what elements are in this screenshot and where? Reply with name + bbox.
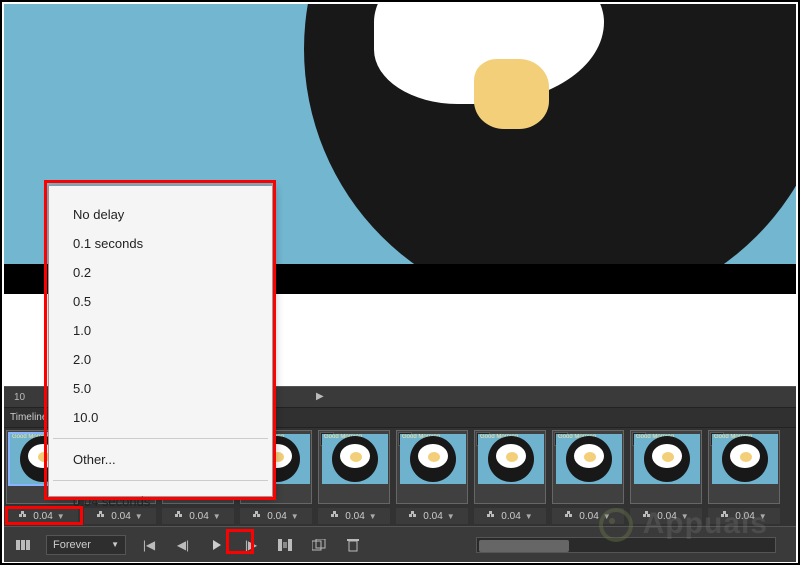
frame-thumbnail[interactable]: 8Good Morning [552, 430, 624, 504]
propagate-icon [409, 511, 419, 521]
frame-thumbnail[interactable]: 5Good Morning [318, 430, 390, 504]
delay-menu-other[interactable]: Other... [49, 445, 272, 474]
convert-timeline-button[interactable] [12, 534, 34, 556]
delay-menu-item[interactable]: 1.0 [49, 316, 272, 345]
timeline-scrollbar[interactable] [476, 537, 776, 553]
delay-menu-item[interactable]: No delay [49, 200, 272, 229]
frame-thumb-image: Good Morning [556, 434, 622, 484]
menu-separator [53, 480, 268, 481]
loop-count-value: Forever [53, 539, 91, 551]
frame-delay-value: 0.04 [579, 511, 598, 522]
propagate-icon [643, 511, 653, 521]
frame-thumb-image: Good Morning [400, 434, 466, 484]
frame-thumbnail[interactable]: 9Good Morning [630, 430, 702, 504]
ruler-tick: 10 [14, 392, 25, 403]
egg-yolk-shape [474, 59, 549, 129]
frame-delay-button[interactable]: 0.04 ▼ [630, 508, 702, 524]
frame-delay-button[interactable]: 0.04 ▼ [318, 508, 390, 524]
playhead-icon[interactable]: ▶ [316, 391, 324, 402]
propagate-icon [19, 511, 29, 521]
frame-thumb-image: Good Morning [634, 434, 700, 484]
chevron-down-icon: ▼ [369, 512, 377, 521]
delay-menu-item[interactable]: 2.0 [49, 345, 272, 374]
frame-thumbnail[interactable]: 7Good Morning [474, 430, 546, 504]
frame-delay-value: 0.04 [423, 511, 442, 522]
propagate-icon [487, 511, 497, 521]
chevron-down-icon: ▼ [603, 512, 611, 521]
chevron-down-icon: ▼ [111, 540, 119, 549]
frame-delay-value: 0.04 [345, 511, 364, 522]
propagate-icon [331, 511, 341, 521]
frame-delay-button[interactable]: 0.04 ▼ [396, 508, 468, 524]
frame-delay-value: 0.04 [501, 511, 520, 522]
frame-delay-button[interactable]: 0.04 ▼ [552, 508, 624, 524]
frame-thumb-image: Good Morning [478, 434, 544, 484]
frame-delay-button[interactable]: 0.04 ▼ [474, 508, 546, 524]
frame-thumbnail[interactable]: 10Good Morning [708, 430, 780, 504]
frame-delay-value: 0.04 [657, 511, 676, 522]
chevron-down-icon: ▼ [447, 512, 455, 521]
loop-count-select[interactable]: Forever ▼ [46, 535, 126, 555]
delete-frame-button[interactable] [342, 534, 364, 556]
chevron-down-icon: ▼ [681, 512, 689, 521]
play-button[interactable] [206, 534, 228, 556]
frame-thumbnail[interactable]: 6Good Morning [396, 430, 468, 504]
frame-thumb-image: Good Morning [712, 434, 778, 484]
chevron-down-icon: ▼ [525, 512, 533, 521]
next-frame-button[interactable]: |▶ [240, 534, 262, 556]
frame-thumb-image: Good Morning [322, 434, 388, 484]
duplicate-frame-button[interactable] [308, 534, 330, 556]
chevron-down-icon: ▼ [759, 512, 767, 521]
frame-delay-button[interactable]: 0.04 ▼ [708, 508, 780, 524]
delay-menu-item[interactable]: 0.1 seconds [49, 229, 272, 258]
frame-delay-value: 0.04 [735, 511, 754, 522]
play-icon [213, 540, 221, 550]
delay-menu-current[interactable]: 0.04 seconds [49, 487, 272, 516]
delay-menu-item[interactable]: 5.0 [49, 374, 272, 403]
propagate-icon [721, 511, 731, 521]
first-frame-button[interactable]: |◀ [138, 534, 160, 556]
timeline-toolbar: Forever ▼ |◀ ◀| |▶ [4, 526, 796, 562]
delay-menu-item[interactable]: 0.5 [49, 287, 272, 316]
scrollbar-thumb[interactable] [479, 540, 569, 552]
tween-button[interactable] [274, 534, 296, 556]
delay-menu-item[interactable]: 0.2 [49, 258, 272, 287]
frame-delay-menu[interactable]: No delay0.1 seconds0.20.51.02.05.010.0 Ot… [48, 185, 273, 497]
chevron-down-icon: ▼ [291, 512, 299, 521]
menu-separator [53, 438, 268, 439]
propagate-icon [565, 511, 575, 521]
delay-menu-item[interactable]: 10.0 [49, 403, 272, 432]
prev-frame-button[interactable]: ◀| [172, 534, 194, 556]
